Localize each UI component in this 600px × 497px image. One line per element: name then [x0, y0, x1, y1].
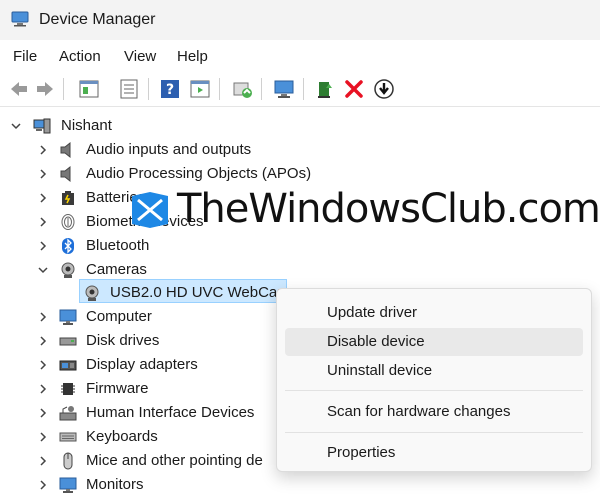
menu-item-label: Scan for hardware changes	[327, 403, 511, 420]
menu-bar: File Action View Help	[0, 42, 600, 70]
menu-properties[interactable]: Properties	[285, 439, 583, 467]
tree-item-label: USB2.0 HD UVC WebCam	[110, 284, 290, 301]
menu-item-label: Update driver	[327, 304, 418, 321]
disk-icon	[59, 337, 77, 346]
mouse-icon	[63, 452, 73, 470]
menu-view[interactable]: View	[124, 48, 156, 65]
tree-root-label: Nishant	[61, 117, 112, 134]
chevron-right-icon[interactable]	[37, 479, 49, 491]
device-manager-icon	[11, 11, 29, 27]
tree-item-label: Firmware	[86, 380, 149, 397]
keyboard-icon	[59, 432, 77, 442]
menu-help[interactable]: Help	[177, 48, 208, 65]
context-menu: Update driver Disable device Uninstall d…	[276, 288, 592, 472]
computer-icon	[33, 118, 51, 134]
tree-item-monitors[interactable]: Monitors	[0, 473, 600, 497]
tree-item-label: Bluetooth	[86, 237, 150, 254]
battery-icon	[62, 191, 74, 205]
menu-disable-device[interactable]: Disable device	[285, 328, 583, 356]
title-bar: Device Manager	[0, 0, 600, 40]
chevron-right-icon[interactable]	[37, 216, 49, 228]
update-driver-icon[interactable]	[231, 78, 253, 100]
menu-update-driver[interactable]: Update driver	[285, 299, 583, 327]
tree-view-icon[interactable]	[78, 78, 100, 100]
fingerprint-icon	[61, 214, 75, 230]
webcam-icon	[85, 285, 99, 301]
tree-item-label: Cameras	[86, 261, 147, 278]
menu-item-label: Uninstall device	[327, 362, 433, 379]
monitor-icon	[59, 477, 77, 493]
tree-item-label: Monitors	[86, 476, 144, 493]
chevron-right-icon[interactable]	[37, 455, 49, 467]
disable-device-icon[interactable]	[343, 78, 365, 100]
menu-separator	[285, 432, 583, 433]
hid-icon	[59, 406, 77, 421]
uninstall-device-icon[interactable]	[373, 78, 395, 100]
chevron-right-icon[interactable]	[37, 383, 49, 395]
tree-item-label: Keyboards	[86, 428, 158, 445]
properties-icon[interactable]	[118, 78, 140, 100]
console-icon[interactable]	[189, 78, 211, 100]
monitor-icon	[59, 309, 77, 325]
watermark-text: TheWindowsClub.com	[177, 186, 600, 232]
toolbar-separator	[219, 78, 220, 100]
menu-scan-hardware[interactable]: Scan for hardware changes	[285, 398, 583, 426]
svg-text:?: ?	[166, 82, 174, 98]
tree-item-audio-inputs[interactable]: Audio inputs and outputs	[0, 138, 600, 162]
toolbar: ?	[0, 72, 600, 107]
chevron-right-icon[interactable]	[37, 311, 49, 323]
chevron-right-icon[interactable]	[37, 407, 49, 419]
watermark: TheWindowsClub.com	[130, 186, 600, 236]
menu-uninstall-device[interactable]: Uninstall device	[285, 357, 583, 385]
tree-item-label: Computer	[86, 308, 152, 325]
tree-item-label: Audio Processing Objects (APOs)	[86, 165, 312, 182]
menu-item-label: Disable device	[327, 333, 425, 350]
chevron-down-icon[interactable]	[10, 120, 22, 132]
chevron-down-icon[interactable]	[37, 264, 49, 276]
enable-device-icon[interactable]	[314, 78, 336, 100]
help-icon[interactable]: ?	[159, 78, 181, 100]
windowsclub-logo-icon	[132, 192, 168, 228]
chevron-right-icon[interactable]	[37, 359, 49, 371]
tree-item-audio-processing[interactable]: Audio Processing Objects (APOs)	[0, 162, 600, 186]
chevron-right-icon[interactable]	[37, 431, 49, 443]
tree-item-label: Audio inputs and outputs	[86, 141, 252, 158]
chevron-right-icon[interactable]	[37, 144, 49, 156]
chevron-right-icon[interactable]	[37, 335, 49, 347]
window-title: Device Manager	[39, 11, 156, 28]
bluetooth-icon	[62, 238, 74, 254]
chip-icon	[61, 383, 75, 395]
toolbar-separator	[303, 78, 304, 100]
menu-action[interactable]: Action	[59, 48, 101, 65]
tree-item-label: Disk drives	[86, 332, 160, 349]
tree-item-bluetooth[interactable]: Bluetooth	[0, 234, 600, 258]
menu-file[interactable]: File	[13, 48, 37, 65]
tree-item-label: Human Interface Devices	[86, 404, 255, 421]
speaker-icon	[60, 165, 71, 183]
camera-icon	[61, 262, 75, 278]
toolbar-separator	[63, 78, 64, 100]
scan-hardware-icon[interactable]	[273, 78, 295, 100]
menu-separator	[285, 390, 583, 391]
speaker-icon	[60, 141, 71, 159]
toolbar-separator	[148, 78, 149, 100]
menu-item-label: Properties	[327, 444, 396, 461]
display-adapter-icon	[59, 360, 77, 371]
chevron-right-icon[interactable]	[37, 168, 49, 180]
chevron-right-icon[interactable]	[37, 240, 49, 252]
toolbar-separator	[261, 78, 262, 100]
tree-item-label: Mice and other pointing de	[86, 452, 263, 469]
forward-arrow-icon[interactable]	[34, 78, 56, 100]
tree-item-label: Display adapters	[86, 356, 198, 373]
back-arrow-icon[interactable]	[8, 78, 30, 100]
chevron-right-icon[interactable]	[37, 192, 49, 204]
tree-root[interactable]: Nishant	[0, 114, 600, 138]
